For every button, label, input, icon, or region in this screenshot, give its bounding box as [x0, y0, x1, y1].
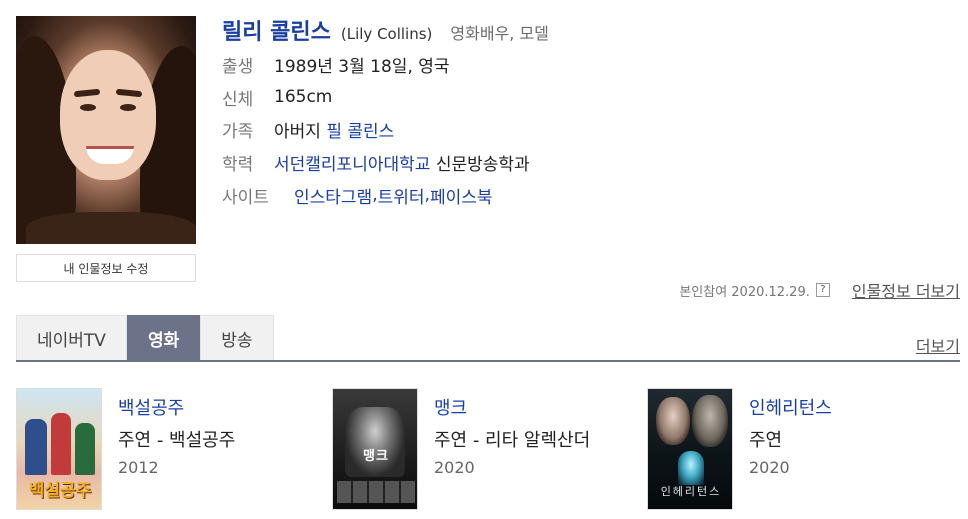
movie-poster[interactable]: 맹크	[332, 388, 418, 510]
self-participation-date: 본인참여 2020.12.29.	[679, 284, 810, 300]
tab-naver-tv[interactable]: 네이버TV	[16, 315, 127, 361]
movie-item: 백설공주 백설공주 주연 - 백설공주 2012	[16, 388, 316, 512]
site-twitter-link[interactable]: 트위터	[378, 183, 425, 208]
movie-poster[interactable]: 백설공주	[16, 388, 102, 510]
person-name[interactable]: 릴리 콜린스	[222, 14, 331, 46]
poster-door	[678, 451, 704, 485]
movie-year: 2020	[749, 458, 790, 477]
photo-eye-left	[80, 104, 96, 111]
movie-year: 2012	[118, 458, 159, 477]
birth-value: 1989년 3월 18일, 영국	[274, 56, 450, 77]
more-link[interactable]: 더보기	[916, 333, 960, 357]
site-label: 사이트	[222, 187, 269, 208]
movie-title-link[interactable]: 맹크	[434, 394, 467, 420]
info-row-family: 가족 아버지 필 콜린스	[222, 117, 394, 142]
info-row-site: 사이트 인스타그램, 트위터, 페이스북	[222, 183, 493, 208]
name-line: 릴리 콜린스 (Lily Collins) 영화배우, 모델	[222, 14, 549, 46]
help-icon[interactable]: ?	[815, 283, 830, 297]
poster-figure	[345, 407, 405, 477]
family-father-link[interactable]: 필 콜린스	[326, 117, 394, 142]
education-major: 신문방송학과	[435, 154, 530, 175]
movie-role: 주연 - 백설공주	[118, 430, 236, 451]
occupation: 영화배우, 모델	[450, 24, 549, 43]
site-instagram-link[interactable]: 인스타그램	[294, 183, 372, 208]
poster-cast-strip	[337, 481, 415, 503]
movie-title-link[interactable]: 백설공주	[118, 394, 184, 420]
poster-face	[656, 397, 690, 445]
edit-profile-button[interactable]: 내 인물정보 수정	[16, 254, 196, 282]
poster-title-text: 백설공주	[28, 481, 92, 501]
poster-title-text: 맹크	[363, 449, 389, 464]
profile-photo[interactable]	[16, 16, 196, 244]
photo-shoulder	[26, 212, 196, 244]
movie-role: 주연	[749, 430, 783, 451]
info-row-body: 신체 165cm	[222, 85, 333, 110]
poster-figure	[25, 419, 47, 475]
photo-eye-right	[120, 104, 136, 111]
movie-item: 맹크 맹크 주연 - 리타 알렉산더 2020	[332, 388, 632, 512]
birth-label: 출생	[222, 56, 254, 77]
movie-year: 2020	[434, 458, 475, 477]
poster-face	[692, 395, 728, 447]
person-name-english: (Lily Collins)	[340, 25, 433, 43]
tab-movie[interactable]: 영화	[126, 315, 201, 361]
profile-meta: 본인참여 2020.12.29. ? 인물정보 더보기	[679, 278, 960, 302]
movie-role: 주연 - 리타 알렉산더	[434, 430, 591, 451]
info-row-birth: 출생 1989년 3월 18일, 영국	[222, 52, 450, 77]
site-facebook-link[interactable]: 페이스북	[430, 183, 493, 208]
education-school-link[interactable]: 서던캘리포니아대학교	[274, 150, 430, 175]
movie-item: 인헤리턴스 인헤리턴스 주연 2020	[647, 388, 947, 512]
info-row-education: 학력 서던캘리포니아대학교 신문방송학과	[222, 150, 530, 175]
body-value: 165cm	[274, 87, 333, 107]
poster-figure	[75, 423, 95, 475]
education-label: 학력	[222, 154, 254, 175]
poster-title-text: 인헤리턴스	[660, 485, 722, 498]
family-label: 가족	[222, 121, 254, 142]
body-label: 신체	[222, 89, 254, 110]
movie-poster[interactable]: 인헤리턴스	[647, 388, 733, 510]
content-tabs: 네이버TV 영화 방송	[16, 315, 274, 361]
more-profile-link[interactable]: 인물정보 더보기	[852, 278, 960, 302]
tab-broadcast[interactable]: 방송	[200, 315, 274, 361]
tab-underline	[16, 360, 960, 362]
poster-figure	[51, 413, 71, 475]
movie-title-link[interactable]: 인헤리턴스	[749, 394, 832, 420]
family-prefix: 아버지	[274, 121, 321, 142]
